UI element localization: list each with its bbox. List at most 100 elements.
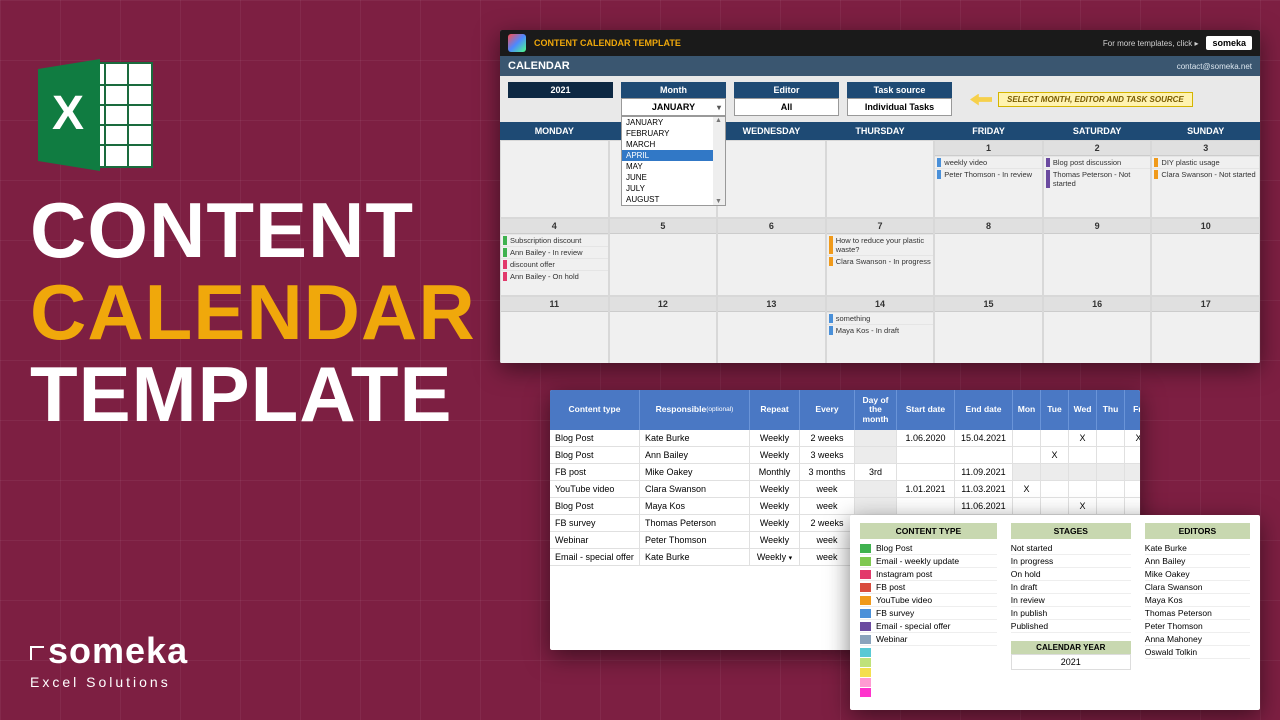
table-cell[interactable]: FB survey [550,515,640,532]
day-check-cell[interactable] [1069,481,1097,498]
day-check-cell[interactable]: X [1125,430,1140,447]
table-cell[interactable]: 15.04.2021 [955,430,1013,447]
table-cell[interactable]: 2 weeks [800,430,855,447]
table-cell[interactable]: Ann Bailey [640,447,750,464]
table-cell[interactable]: Weekly [750,498,800,515]
calendar-year-value[interactable]: 2021 [1011,654,1131,670]
day-check-cell[interactable] [1125,498,1140,515]
calendar-event[interactable]: Peter Thomson - In review [935,168,1042,180]
day-check-cell[interactable] [1125,447,1140,464]
day-check-cell[interactable] [1097,498,1125,515]
table-cell[interactable]: Kate Burke [640,430,750,447]
more-templates-link[interactable]: For more templates, click ▸ [1103,39,1199,48]
calendar-cell[interactable]: 7How to reduce your plastic waste?Clara … [826,218,935,296]
month-option[interactable]: MARCH [622,139,725,150]
day-check-cell[interactable] [1041,464,1069,481]
day-check-cell[interactable] [1041,481,1069,498]
day-check-cell[interactable]: X [1069,430,1097,447]
table-cell[interactable] [855,447,897,464]
year-selector[interactable]: 2021 [508,82,613,98]
table-cell[interactable]: week [800,481,855,498]
calendar-event[interactable]: Ann Bailey - On hold [501,270,608,282]
table-row[interactable]: Blog PostAnn BaileyWeekly3 weeksX [550,447,1140,464]
month-selector[interactable]: Month JANUARY▾ JANUARYFEBRUARYMARCHAPRIL… [621,82,726,116]
day-check-cell[interactable] [1125,464,1140,481]
calendar-cell[interactable]: 3DIY plastic usageClara Swanson - Not st… [1151,140,1260,218]
day-check-cell[interactable] [1041,498,1069,515]
day-check-cell[interactable]: X [1013,481,1041,498]
table-cell[interactable]: 3rd [855,464,897,481]
table-cell[interactable]: 11.09.2021 [955,464,1013,481]
calendar-event[interactable]: Maya Kos - In draft [827,324,934,336]
calendar-event[interactable]: discount offer [501,258,608,270]
day-check-cell[interactable] [1069,464,1097,481]
table-cell[interactable] [855,481,897,498]
calendar-cell[interactable]: 4Subscription discountAnn Bailey - In re… [500,218,609,296]
table-row[interactable]: Blog PostKate BurkeWeekly2 weeks1.06.202… [550,430,1140,447]
calendar-cell[interactable]: 8 [934,218,1043,296]
calendar-cell[interactable] [826,140,935,218]
table-cell[interactable]: Weekly [750,515,800,532]
calendar-event[interactable]: Clara Swanson - In progress [827,255,934,267]
calendar-event[interactable]: DIY plastic usage [1152,156,1259,168]
month-option[interactable]: APRIL [622,150,725,161]
calendar-event[interactable]: Blog post discussion [1044,156,1151,168]
day-check-cell[interactable]: X [1041,447,1069,464]
table-cell[interactable]: 1.01.2021 [897,481,955,498]
table-cell[interactable]: Email - special offer [550,549,640,566]
calendar-cell[interactable]: 9 [1043,218,1152,296]
table-cell[interactable]: Blog Post [550,430,640,447]
month-option[interactable]: JANUARY [622,117,725,128]
table-cell[interactable] [897,447,955,464]
calendar-cell[interactable]: 11 [500,296,609,363]
table-cell[interactable]: Clara Swanson [640,481,750,498]
calendar-event[interactable]: something [827,312,934,324]
day-check-cell[interactable] [1041,430,1069,447]
source-selector[interactable]: Task source Individual Tasks [847,82,952,116]
table-cell[interactable]: Weekly ▾MonthlyWeekly [750,549,800,566]
month-option[interactable]: MAY [622,161,725,172]
table-cell[interactable]: Monthly [750,464,800,481]
calendar-event[interactable]: weekly video [935,156,1042,168]
table-cell[interactable]: 3 weeks [800,447,855,464]
calendar-cell[interactable] [717,140,826,218]
table-cell[interactable]: Webinar [550,532,640,549]
month-value[interactable]: JANUARY▾ [621,98,726,116]
table-cell[interactable]: week [800,549,855,566]
editor-value[interactable]: All [734,98,839,116]
day-check-cell[interactable] [1097,430,1125,447]
table-cell[interactable] [897,464,955,481]
table-cell[interactable]: 11.06.2021 [955,498,1013,515]
calendar-cell[interactable]: 14somethingMaya Kos - In draft [826,296,935,363]
day-check-cell[interactable]: X [1069,498,1097,515]
day-check-cell[interactable] [1069,447,1097,464]
table-cell[interactable] [855,498,897,515]
table-cell[interactable]: YouTube video [550,481,640,498]
table-row[interactable]: FB postMike OakeyMonthly3 months3rd11.09… [550,464,1140,481]
day-check-cell[interactable] [1013,430,1041,447]
calendar-cell[interactable]: 17 [1151,296,1260,363]
editor-selector[interactable]: Editor All [734,82,839,116]
calendar-cell[interactable]: 10 [1151,218,1260,296]
day-check-cell[interactable] [1097,464,1125,481]
table-cell[interactable]: Mike Oakey [640,464,750,481]
calendar-cell[interactable]: 1weekly videoPeter Thomson - In review [934,140,1043,218]
table-cell[interactable]: week [800,498,855,515]
calendar-cell[interactable]: 2Blog post discussionThomas Peterson - N… [1043,140,1152,218]
table-cell[interactable] [897,498,955,515]
table-cell[interactable]: 1.06.2020 [897,430,955,447]
calendar-event[interactable]: Ann Bailey - In review [501,246,608,258]
calendar-cell[interactable]: 5 [609,218,718,296]
table-cell[interactable] [955,447,1013,464]
table-row[interactable]: YouTube videoClara SwansonWeeklyweek1.01… [550,481,1140,498]
calendar-event[interactable]: How to reduce your plastic waste? [827,234,934,255]
calendar-cell[interactable]: 12 [609,296,718,363]
day-check-cell[interactable] [1013,498,1041,515]
calendar-cell[interactable]: 6 [717,218,826,296]
month-option[interactable]: JUNE [622,172,725,183]
calendar-cell[interactable]: 13 [717,296,826,363]
day-check-cell[interactable] [1013,464,1041,481]
repeat-dropdown[interactable]: MonthlyWeekly [750,565,800,566]
table-cell[interactable]: 11.03.2021 [955,481,1013,498]
table-cell[interactable]: FB post [550,464,640,481]
